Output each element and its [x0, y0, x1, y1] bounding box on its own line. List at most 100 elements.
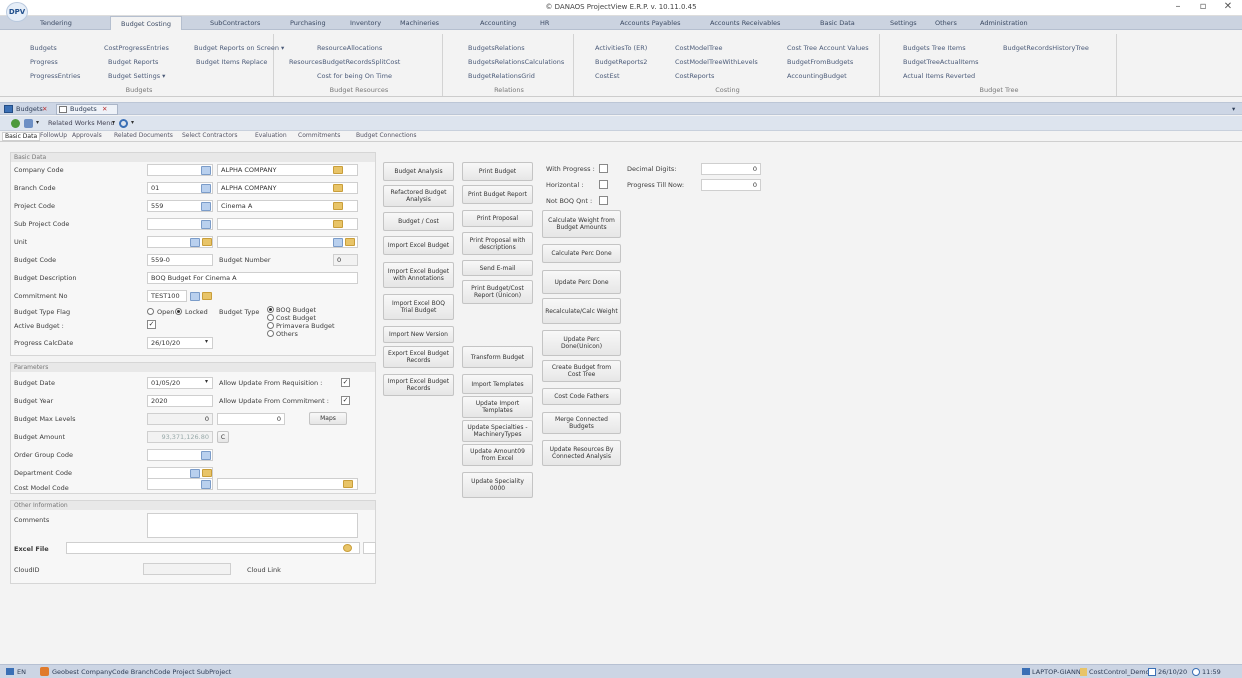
col1-button-1[interactable]: Budget Analysis	[383, 162, 454, 181]
horizontal-checkbox[interactable]	[599, 180, 608, 189]
lookup-icon[interactable]	[190, 469, 200, 478]
ribbon-link-budget-reports[interactable]: Budget Reports	[108, 58, 158, 66]
ribbon-link-progressentries[interactable]: ProgressEntries	[30, 72, 80, 80]
col2-button-3[interactable]: Print Proposal	[462, 210, 533, 227]
dropdown-icon[interactable]: ▾	[131, 119, 134, 126]
col1-button-9[interactable]: Import Excel Budget Records	[383, 374, 454, 396]
ribbon-link-budget-reports-on-screen[interactable]: Budget Reports on Screen ▾	[194, 44, 284, 52]
ribbon-link-budgetsrelations[interactable]: BudgetsRelations	[468, 44, 525, 52]
chevron-down-icon[interactable]: ▾	[205, 338, 208, 345]
menu-tab-others[interactable]: Others	[935, 16, 957, 30]
related-works-menu[interactable]: Related Works Menu	[48, 119, 115, 127]
chevron-down-icon[interactable]: ▾	[205, 378, 208, 385]
tab-basic-data[interactable]: Basic Data	[2, 132, 41, 141]
close-button[interactable]: ✕	[1218, 1, 1238, 12]
ribbon-link-relations-calculations[interactable]: BudgetsRelationsCalculations	[468, 58, 564, 66]
allow-update-requisition-checkbox[interactable]: ✓	[341, 378, 350, 387]
col1-button-2[interactable]: Refactored Budget Analysis	[383, 185, 454, 207]
ribbon-link-budget-settings[interactable]: Budget Settings ▾	[108, 72, 165, 80]
radio-others[interactable]	[267, 330, 274, 337]
budget-code-field[interactable]: 559-0	[147, 254, 213, 266]
lookup-icon[interactable]	[190, 292, 200, 301]
refresh-icon[interactable]	[11, 119, 20, 128]
ribbon-link-cost-tree-account-values[interactable]: Cost Tree Account Values	[787, 44, 869, 52]
ribbon-link-accountingbudget[interactable]: AccountingBudget	[787, 72, 847, 80]
menu-tab-accounting[interactable]: Accounting	[480, 16, 516, 30]
active-budget-checkbox[interactable]: ✓	[147, 320, 156, 329]
ribbon-link-budgets[interactable]: Budgets	[30, 44, 57, 52]
not-boq-qnt-checkbox[interactable]	[599, 196, 608, 205]
radio-primavera-budget[interactable]	[267, 322, 274, 329]
budget-max-levels-field-2[interactable]: 0	[217, 413, 285, 425]
menu-tab-administration[interactable]: Administration	[980, 16, 1028, 30]
radio-locked[interactable]	[175, 308, 182, 315]
col3-button-9[interactable]: Update Resources By Connected Analysis	[542, 440, 621, 466]
ribbon-link-budgettreeactualitems[interactable]: BudgetTreeActualItems	[903, 58, 978, 66]
with-progress-checkbox[interactable]	[599, 164, 608, 173]
open-folder-icon[interactable]	[345, 238, 355, 246]
open-folder-icon[interactable]	[202, 469, 212, 477]
col3-button-5[interactable]: Update Perc Done(Unicon)	[542, 330, 621, 356]
col2-button-4[interactable]: Print Proposal with descriptions	[462, 232, 533, 255]
maximize-button[interactable]: ▫	[1193, 1, 1213, 12]
undo-icon[interactable]	[119, 119, 128, 128]
open-folder-icon[interactable]	[343, 480, 353, 488]
ribbon-link-resources-split-cost[interactable]: ResourcesBudgetRecordsSplitCost	[289, 58, 400, 66]
budget-year-field[interactable]: 2020	[147, 395, 213, 407]
col2-button-10[interactable]: Update Specialties - MachineryTypes	[462, 420, 533, 442]
col2-button-6[interactable]: Print Budget/Cost Report (Unicon)	[462, 280, 533, 304]
ribbon-link-budgets-tree-items[interactable]: Budgets Tree Items	[903, 44, 966, 52]
menu-tab-hr[interactable]: HR	[540, 16, 549, 30]
col3-button-1[interactable]: Calculate Weight from Budget Amounts	[542, 210, 621, 238]
menu-tab-settings[interactable]: Settings	[890, 16, 917, 30]
ribbon-link-resourceallocations[interactable]: ResourceAllocations	[317, 44, 382, 52]
maps-button[interactable]: Maps	[309, 412, 347, 425]
progress-calcdate-field[interactable]: 26/10/20	[147, 337, 213, 349]
menu-tab-inventory[interactable]: Inventory	[350, 16, 381, 30]
open-folder-icon[interactable]	[333, 184, 343, 192]
ribbon-link-costmodeltree-levels[interactable]: CostModelTreeWithLevels	[675, 58, 758, 66]
menu-tab-accounts-payables[interactable]: Accounts Payables	[620, 16, 680, 30]
ribbon-link-costprogressentries[interactable]: CostProgressEntries	[104, 44, 169, 52]
close-icon[interactable]: ✕	[42, 105, 47, 115]
ribbon-link-costmodeltree[interactable]: CostModelTree	[675, 44, 723, 52]
col3-button-7[interactable]: Cost Code Fathers	[542, 388, 621, 405]
col1-button-4[interactable]: Import Excel Budget	[383, 236, 454, 255]
tab-related-documents[interactable]: Related Documents	[114, 132, 173, 139]
budget-number-field[interactable]: 0	[333, 254, 358, 266]
col2-button-12[interactable]: Update Speciality 0000	[462, 472, 533, 498]
excel-file-field[interactable]	[66, 542, 360, 554]
minimize-button[interactable]: –	[1168, 1, 1188, 12]
ribbon-link-activitiesto[interactable]: ActivitiesTo (ER)	[595, 44, 647, 52]
lookup-icon[interactable]	[201, 184, 211, 193]
col2-button-1[interactable]: Print Budget	[462, 162, 533, 181]
lookup-icon[interactable]	[201, 202, 211, 211]
tab-followup[interactable]: FollowUp	[40, 132, 67, 139]
col1-button-6[interactable]: Import Excel BOQ Trial Budget	[383, 294, 454, 320]
dropdown-icon[interactable]: ▾	[36, 119, 39, 126]
budget-amount-field[interactable]: 93,371,126.80	[147, 431, 213, 443]
decimal-digits-field[interactable]: 0	[701, 163, 761, 175]
open-folder-icon[interactable]	[202, 292, 212, 300]
open-folder-icon[interactable]	[333, 202, 343, 210]
commitment-no-field[interactable]: TEST100	[147, 290, 187, 302]
menu-tab-machineries[interactable]: Machineries	[400, 16, 439, 30]
open-folder-icon[interactable]	[333, 166, 343, 174]
menu-tab-purchasing[interactable]: Purchasing	[290, 16, 326, 30]
radio-cost-budget[interactable]	[267, 314, 274, 321]
ribbon-link-costest[interactable]: CostEst	[595, 72, 620, 80]
comments-field[interactable]	[147, 513, 358, 538]
ribbon-link-relations-grid[interactable]: BudgetRelationsGrid	[468, 72, 535, 80]
language-indicator[interactable]: EN	[17, 668, 26, 676]
col1-button-7[interactable]: Import New Version	[383, 326, 454, 343]
ribbon-link-budgetrecordshistorytree[interactable]: BudgetRecordsHistoryTree	[1003, 44, 1089, 52]
budget-max-levels-field[interactable]: 0	[147, 413, 213, 425]
col1-button-3[interactable]: Budget / Cost	[383, 212, 454, 231]
lookup-icon[interactable]	[201, 166, 211, 175]
close-icon[interactable]: ✕	[102, 105, 107, 115]
amount-calc-button[interactable]: C	[217, 431, 229, 443]
tab-select-contractors[interactable]: Select Contractors	[182, 132, 238, 139]
col3-button-4[interactable]: Recalculate/Calc Weight	[542, 298, 621, 324]
col2-button-8[interactable]: Import Templates	[462, 374, 533, 394]
ribbon-link-budgetreports2[interactable]: BudgetReports2	[595, 58, 647, 66]
